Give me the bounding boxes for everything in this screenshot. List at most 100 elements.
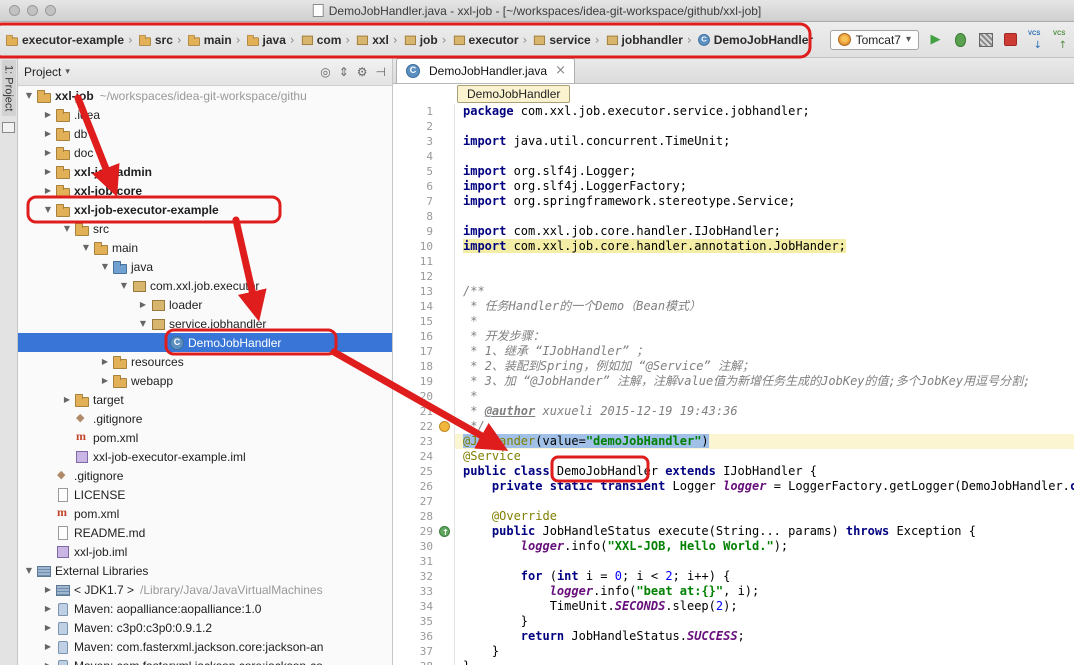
- breadcrumb-item-src[interactable]: src: [135, 31, 175, 48]
- expand-arrow-icon[interactable]: ▶: [98, 376, 112, 385]
- project-view-selector[interactable]: Project ▾: [24, 65, 70, 79]
- tree-item-xxl-job.iml[interactable]: xxl-job.iml: [18, 542, 392, 561]
- breadcrumb-item-executor-example[interactable]: executor-example: [2, 31, 126, 48]
- collapse-arrow-icon[interactable]: ▼: [41, 205, 55, 214]
- scroll-from-source-icon[interactable]: ◎: [320, 66, 330, 78]
- window-minimize-button[interactable]: [27, 5, 38, 16]
- tree-item-java[interactable]: ▼java: [18, 257, 392, 276]
- code-line-15[interactable]: 15 *: [393, 314, 1074, 329]
- tree-item-xxl-job-core[interactable]: ▶xxl-job-core: [18, 181, 392, 200]
- breadcrumb-item-executor[interactable]: executor: [449, 31, 521, 48]
- expand-arrow-icon[interactable]: ▶: [41, 661, 55, 665]
- code-line-17[interactable]: 17 * 1、继承 “IJobHandler” ；: [393, 344, 1074, 359]
- code-line-10[interactable]: 10import com.xxl.job.core.handler.annota…: [393, 239, 1074, 254]
- tree-item-.idea[interactable]: ▶.idea: [18, 105, 392, 124]
- code-line-36[interactable]: 36 return JobHandleStatus.SUCCESS;: [393, 629, 1074, 644]
- tree-item-readme.md[interactable]: README.md: [18, 523, 392, 542]
- tree-item-maven-com.fasterxml.jackson.core-jackson-co[interactable]: ▶Maven: com.fasterxml.jackson.core:jacks…: [18, 656, 392, 665]
- run-button[interactable]: [926, 30, 945, 49]
- breadcrumb-item-com[interactable]: com: [297, 31, 344, 48]
- code-line-24[interactable]: 24@Service: [393, 449, 1074, 464]
- tree-item-.gitignore[interactable]: .gitignore: [18, 409, 392, 428]
- code-editor[interactable]: 1package com.xxl.job.executor.service.jo…: [393, 104, 1074, 665]
- tree-item-xxl-job-executor-example[interactable]: ▼xxl-job-executor-example: [18, 200, 392, 219]
- code-line-25[interactable]: 25public class DemoJobHandler extends IJ…: [393, 464, 1074, 479]
- code-line-20[interactable]: 20 *: [393, 389, 1074, 404]
- collapse-arrow-icon[interactable]: ▼: [22, 91, 36, 100]
- code-line-35[interactable]: 35 }: [393, 614, 1074, 629]
- code-line-2[interactable]: 2: [393, 119, 1074, 134]
- expand-arrow-icon[interactable]: ▶: [41, 148, 55, 157]
- project-tool-window-button[interactable]: 1: Project: [2, 60, 16, 116]
- code-line-3[interactable]: 3import java.util.concurrent.TimeUnit;: [393, 134, 1074, 149]
- breadcrumb-item-job[interactable]: job: [400, 31, 440, 48]
- code-line-31[interactable]: 31: [393, 554, 1074, 569]
- tree-item-main[interactable]: ▼main: [18, 238, 392, 257]
- hide-panel-icon[interactable]: ⊣: [376, 66, 386, 78]
- collapse-arrow-icon[interactable]: ▼: [60, 224, 74, 233]
- expand-arrow-icon[interactable]: ▶: [41, 110, 55, 119]
- tree-item-external-libraries[interactable]: ▼External Libraries: [18, 561, 392, 580]
- tree-item-service.jobhandler[interactable]: ▼service.jobhandler: [18, 314, 392, 333]
- code-line-26[interactable]: 26 private static transient Logger logge…: [393, 479, 1074, 494]
- collapse-arrow-icon[interactable]: ▼: [79, 243, 93, 252]
- code-line-22[interactable]: 22 */: [393, 419, 1074, 434]
- window-close-button[interactable]: [9, 5, 20, 16]
- tree-item-pom.xml[interactable]: pom.xml: [18, 428, 392, 447]
- code-line-37[interactable]: 37 }: [393, 644, 1074, 659]
- code-line-23[interactable]: 23@JobHander(value="demoJobHandler"): [393, 434, 1074, 449]
- expand-arrow-icon[interactable]: ▶: [41, 167, 55, 176]
- tree-item-maven-aopalliance-aopalliance-1.0[interactable]: ▶Maven: aopalliance:aopalliance:1.0: [18, 599, 392, 618]
- debug-button[interactable]: [951, 30, 970, 49]
- tree-item-xxl-job-executor-example.iml[interactable]: xxl-job-executor-example.iml: [18, 447, 392, 466]
- code-line-34[interactable]: 34 TimeUnit.SECONDS.sleep(2);: [393, 599, 1074, 614]
- code-line-12[interactable]: 12: [393, 269, 1074, 284]
- breadcrumb-item-demojobhandler[interactable]: DemoJobHandler: [694, 31, 815, 48]
- tree-item-license[interactable]: LICENSE: [18, 485, 392, 504]
- code-line-29[interactable]: 29 public JobHandleStatus execute(String…: [393, 524, 1074, 539]
- tree-item-loader[interactable]: ▶loader: [18, 295, 392, 314]
- tree-item-.gitignore[interactable]: .gitignore: [18, 466, 392, 485]
- tree-item-doc[interactable]: ▶doc: [18, 143, 392, 162]
- tree-item-db[interactable]: ▶db: [18, 124, 392, 143]
- code-line-1[interactable]: 1package com.xxl.job.executor.service.jo…: [393, 104, 1074, 119]
- override-method-icon[interactable]: [439, 526, 450, 537]
- code-line-9[interactable]: 9import com.xxl.job.core.handler.IJobHan…: [393, 224, 1074, 239]
- code-line-27[interactable]: 27: [393, 494, 1074, 509]
- code-line-13[interactable]: 13/**: [393, 284, 1074, 299]
- tree-item-xxl-job-admin[interactable]: ▶xxl-job-admin: [18, 162, 392, 181]
- expand-collapse-icon[interactable]: ⇕: [339, 66, 349, 78]
- code-line-33[interactable]: 33 logger.info("beat at:{}", i);: [393, 584, 1074, 599]
- tree-item-resources[interactable]: ▶resources: [18, 352, 392, 371]
- tree-item-demojobhandler[interactable]: DemoJobHandler: [18, 333, 392, 352]
- expand-arrow-icon[interactable]: ▶: [136, 300, 150, 309]
- code-line-18[interactable]: 18 * 2、装配到Spring，例如加 “@Service” 注解；: [393, 359, 1074, 374]
- expand-arrow-icon[interactable]: ▶: [41, 585, 55, 594]
- code-line-5[interactable]: 5import org.slf4j.Logger;: [393, 164, 1074, 179]
- tool-window-icon[interactable]: [2, 122, 15, 133]
- lightbulb-icon[interactable]: [439, 421, 450, 432]
- expand-arrow-icon[interactable]: ▶: [60, 395, 74, 404]
- code-line-30[interactable]: 30 logger.info("XXL-JOB, Hello World.");: [393, 539, 1074, 554]
- tree-item-pom.xml[interactable]: pom.xml: [18, 504, 392, 523]
- expand-arrow-icon[interactable]: ▶: [41, 604, 55, 613]
- expand-arrow-icon[interactable]: ▶: [41, 642, 55, 651]
- collapse-arrow-icon[interactable]: ▼: [136, 319, 150, 328]
- expand-arrow-icon[interactable]: ▶: [98, 357, 112, 366]
- breadcrumb-item-java[interactable]: java: [243, 31, 288, 48]
- code-line-28[interactable]: 28 @Override: [393, 509, 1074, 524]
- code-line-11[interactable]: 11: [393, 254, 1074, 269]
- tree-item-com.xxl.job.executor[interactable]: ▼com.xxl.job.executor: [18, 276, 392, 295]
- collapse-arrow-icon[interactable]: ▼: [117, 281, 131, 290]
- breadcrumb-item-service[interactable]: service: [529, 31, 592, 48]
- tree-item-maven-c3p0-c3p0-0.9.1.2[interactable]: ▶Maven: c3p0:c3p0:0.9.1.2: [18, 618, 392, 637]
- tree-item-maven-com.fasterxml.jackson.core-jackson-an[interactable]: ▶Maven: com.fasterxml.jackson.core:jacks…: [18, 637, 392, 656]
- tree-item-webapp[interactable]: ▶webapp: [18, 371, 392, 390]
- tree-item-src[interactable]: ▼src: [18, 219, 392, 238]
- vcs-commit-button[interactable]: [1051, 30, 1070, 49]
- code-line-32[interactable]: 32 for (int i = 0; i < 2; i++) {: [393, 569, 1074, 584]
- code-line-19[interactable]: 19 * 3、加 “@JobHander” 注解，注解value值为新增任务生成…: [393, 374, 1074, 389]
- code-line-4[interactable]: 4: [393, 149, 1074, 164]
- editor-breadcrumb-chip[interactable]: DemoJobHandler: [457, 85, 570, 103]
- breadcrumb-item-jobhandler[interactable]: jobhandler: [602, 31, 685, 48]
